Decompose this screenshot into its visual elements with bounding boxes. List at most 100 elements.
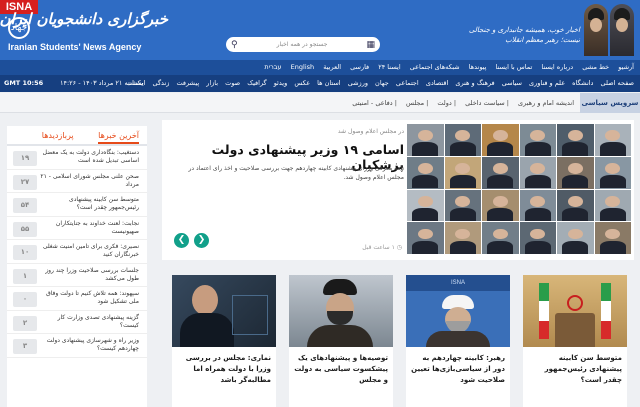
nav-economy[interactable]: اقتصادی [426, 79, 448, 87]
nav-audio[interactable]: صوت [225, 79, 240, 87]
minister-photo[interactable] [557, 156, 594, 189]
tab-parliament[interactable]: مجلس [406, 99, 424, 107]
lang-farsi[interactable]: فارسی [350, 63, 369, 71]
minister-photo[interactable] [594, 124, 631, 156]
carousel-prev-icon[interactable]: ❮ [174, 233, 189, 248]
section-label[interactable]: سرویس سیاسی [580, 93, 640, 113]
news-title[interactable]: جلسات بررسی صلاحیت وزرا چند روز طول می‌ک… [39, 267, 139, 283]
minister-photo[interactable] [444, 156, 481, 189]
news-card-title[interactable]: نماری: مجلس در بررسی وزرا با دولت همراه … [177, 353, 271, 386]
nav-life[interactable]: زندگی [153, 79, 170, 87]
news-title[interactable]: متوسط سن کابینه پیشنهادی رئیس‌جمهور چقدر… [39, 196, 139, 212]
list-item[interactable]: جلسات بررسی صلاحیت وزرا چند روز طول می‌ک… [7, 264, 147, 287]
news-title[interactable]: نجابت: لعنت خداوند به جنایتکاران صهیونیس… [39, 220, 139, 236]
minister-photo[interactable] [482, 189, 519, 222]
nav-university[interactable]: دانشگاه [572, 79, 593, 87]
minister-photo[interactable] [557, 189, 594, 222]
lang-arabic[interactable]: العربیة [323, 63, 341, 71]
minister-photo[interactable] [444, 189, 481, 222]
minister-photo[interactable] [482, 124, 519, 156]
tab-latest-news[interactable]: آخرین خبرها [98, 131, 139, 144]
news-title[interactable]: نصیری: فکری برای تامین امنیت شغلی خبرنگا… [39, 243, 139, 259]
search-box[interactable]: ⚲ جستجو در همه اخبار ▦ [226, 37, 380, 52]
minister-photo[interactable] [407, 189, 444, 222]
nav-link-about[interactable]: درباره ایسنا [541, 63, 573, 71]
brand-title[interactable]: خبرگزاری دانشجویان ایران، ایسنا [0, 10, 168, 28]
news-title[interactable]: سپهوند: همه تلاش کنیم تا دولت وفاق ملی ت… [39, 290, 139, 306]
list-item[interactable]: نجابت: لعنت خداوند به جنایتکاران صهیونیس… [7, 217, 147, 240]
view-count-badge: ۵۵ [13, 221, 37, 237]
list-item[interactable]: گزینه پیشنهادی تصدی وزارت کار کیست؟ ۲ [7, 311, 147, 334]
list-item[interactable]: دستغیب: بنگاه‌داری دولت به یک معضل اساسی… [7, 146, 147, 170]
nav-progress[interactable]: پیشرفت [176, 79, 199, 87]
nav-link-links[interactable]: پیوندها [469, 63, 487, 71]
news-card-title[interactable]: توصیه‌ها و پیشنهادهای یک پیشکسوت سیاسی ب… [294, 353, 388, 386]
minister-photo[interactable] [519, 189, 556, 222]
news-title[interactable]: گزینه پیشنهادی تصدی وزارت کار کیست؟ [39, 314, 139, 330]
tab-defense-security[interactable]: دفاعی - امنیتی [352, 99, 392, 107]
minister-photo[interactable] [594, 189, 631, 222]
news-title[interactable]: وزیر راه و شهرسازی پیشنهادی دولت چهاردهم… [39, 337, 139, 353]
news-card[interactable]: نماری: مجلس در بررسی وزرا با دولت همراه … [172, 275, 276, 407]
nav-social[interactable]: اجتماعی [396, 79, 419, 87]
lang-hebrew[interactable]: עברית [264, 63, 281, 71]
minister-photo[interactable] [594, 222, 631, 254]
nav-science[interactable]: علم و فناوری [529, 79, 565, 87]
news-card-title[interactable]: رهبر: کابینه چهاردهم به دور از سیاسی‌باز… [411, 353, 505, 386]
minister-photo[interactable] [482, 222, 519, 254]
list-item[interactable]: صحن علنی مجلس شورای اسلامی - ۲۱ مرداد ۲۷ [7, 170, 147, 193]
minister-photo[interactable] [519, 222, 556, 254]
ministers-photo-grid[interactable] [407, 124, 631, 254]
list-item[interactable]: متوسط سن کابینه پیشنهادی رئیس‌جمهور چقدر… [7, 193, 147, 217]
minister-photo[interactable] [407, 124, 444, 156]
news-title[interactable]: دستغیب: بنگاه‌داری دولت به یک معضل اساسی… [39, 149, 139, 165]
nav-world[interactable]: جهان [375, 79, 389, 87]
nav-link-isna24[interactable]: ایسنا ۲۴ [378, 63, 400, 71]
nav-link-archive[interactable]: آرشیو [618, 63, 634, 71]
nav-link-contact[interactable]: تماس با ایسنا [496, 63, 533, 71]
tab-imam-leadership[interactable]: اندیشه امام و رهبری [518, 99, 574, 107]
nav-video[interactable]: ویدئو [274, 79, 288, 87]
hero-story[interactable]: در مجلس اعلام وصول شد اسامی ۱۹ وزیر پیشن… [162, 120, 634, 260]
minister-photo[interactable] [407, 156, 444, 189]
news-card-image[interactable] [172, 275, 276, 347]
tab-government[interactable]: دولت [437, 99, 451, 107]
nav-graphic[interactable]: گرافیک [247, 79, 266, 87]
nav-culture[interactable]: فرهنگ و هنری [455, 79, 494, 87]
news-card-image[interactable] [523, 275, 627, 347]
nav-link-policy[interactable]: خط مشی [582, 63, 609, 71]
nav-link-social[interactable]: شبکه‌های اجتماعی [410, 63, 460, 71]
news-card[interactable]: ISNA رهبر: کابینه چهاردهم به دور از سیاس… [406, 275, 510, 407]
nav-politics[interactable]: سیاسی [502, 79, 522, 87]
list-item[interactable]: وزیر راه و شهرسازی پیشنهادی دولت چهاردهم… [7, 334, 147, 358]
news-card-image[interactable] [289, 275, 393, 347]
news-card-title[interactable]: متوسط سن کابینه پیشنهادی رئیس‌جمهور چقدر… [528, 353, 622, 386]
minister-photo[interactable] [444, 222, 481, 254]
nav-home[interactable]: صفحه اصلی [601, 79, 634, 87]
lang-english[interactable]: English [291, 63, 314, 71]
minister-photo[interactable] [482, 156, 519, 189]
search-input[interactable]: جستجو در همه اخبار [277, 41, 328, 48]
minister-photo[interactable] [407, 222, 444, 254]
minister-photo[interactable] [557, 124, 594, 156]
news-card[interactable]: توصیه‌ها و پیشنهادهای یک پیشکسوت سیاسی ب… [289, 275, 393, 407]
nav-provinces[interactable]: استان ها [317, 79, 340, 87]
calendar-icon[interactable]: ▦ [366, 40, 375, 50]
minister-photo[interactable] [519, 124, 556, 156]
news-title[interactable]: صحن علنی مجلس شورای اسلامی - ۲۱ مرداد [39, 173, 139, 189]
carousel-next-icon[interactable]: ❯ [194, 233, 209, 248]
nav-market[interactable]: بازار [206, 79, 218, 87]
minister-photo[interactable] [557, 222, 594, 254]
minister-photo[interactable] [444, 124, 481, 156]
tab-domestic-policy[interactable]: سیاست داخلی [465, 99, 505, 107]
list-item[interactable]: نصیری: فکری برای تامین امنیت شغلی خبرنگا… [7, 240, 147, 264]
minister-photo[interactable] [519, 156, 556, 189]
news-card-image[interactable]: ISNA [406, 275, 510, 347]
tab-most-viewed[interactable]: پربازدیدها [42, 131, 74, 140]
nav-photo[interactable]: عکس [294, 79, 310, 87]
search-icon[interactable]: ⚲ [231, 40, 238, 50]
minister-photo[interactable] [594, 156, 631, 189]
news-card[interactable]: متوسط سن کابینه پیشنهادی رئیس‌جمهور چقدر… [523, 275, 627, 407]
list-item[interactable]: سپهوند: همه تلاش کنیم تا دولت وفاق ملی ت… [7, 287, 147, 311]
nav-sport[interactable]: ورزشی [348, 79, 368, 87]
